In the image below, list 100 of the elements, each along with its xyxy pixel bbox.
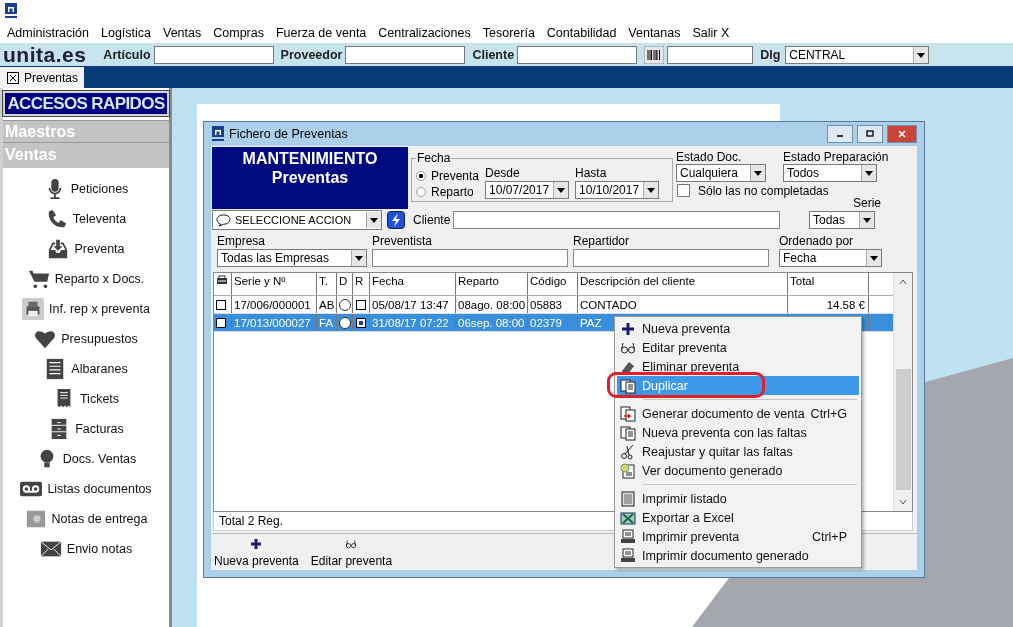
date-picker[interactable]: 10/10/2017	[575, 181, 660, 199]
radio-label: Preventa	[431, 168, 480, 183]
scroll-down-icon[interactable]	[898, 497, 908, 507]
menu-item[interactable]: Centralizaciones	[372, 25, 477, 40]
radio-option[interactable]: Preventa	[416, 168, 480, 183]
minimize-button[interactable]	[827, 125, 853, 143]
dropdown[interactable]: Todos	[783, 164, 877, 182]
scrollbar[interactable]	[893, 273, 912, 511]
field-label: Repartidor	[573, 234, 631, 248]
sidebar-item[interactable]: Peticiones	[3, 174, 169, 204]
action-dropdown[interactable]: SELECCIONE ACCION	[212, 210, 382, 230]
dropdown[interactable]: Todas	[809, 211, 875, 229]
menu-item[interactable]: Compras	[207, 25, 270, 40]
table-cell: 08ago. 08:00	[456, 296, 528, 313]
scroll-up-icon[interactable]	[898, 277, 908, 287]
radio-indicator[interactable]	[338, 298, 351, 311]
close-button[interactable]	[887, 125, 917, 143]
sidebar-item[interactable]: Preventa	[3, 234, 169, 264]
input-field[interactable]	[372, 249, 568, 267]
sidebar-item[interactable]: Presupuestos	[3, 324, 169, 354]
menu-item[interactable]: Imprimir preventa Ctrl+P	[617, 527, 859, 546]
maximize-button[interactable]	[857, 125, 883, 143]
new-button[interactable]: Nueva preventa	[212, 538, 301, 570]
dlg-dropdown[interactable]: CENTRAL	[785, 45, 930, 64]
table-cell: 17/013/000027	[232, 314, 317, 331]
sidebar-item[interactable]: Facturas	[3, 414, 169, 444]
caret-icon	[366, 212, 381, 228]
column-header[interactable]: Reparto	[456, 273, 528, 295]
field-label: Estado Preparación	[783, 150, 890, 164]
table-cell: 02379	[528, 314, 578, 331]
menu-item[interactable]: Contabilidad	[540, 25, 623, 40]
field-label: Cliente	[472, 47, 515, 62]
document-tab[interactable]: Preventas	[0, 67, 85, 88]
sidebar-item[interactable]: Docs. Ventas	[3, 444, 169, 474]
edit-button[interactable]: Editar preventa	[308, 538, 395, 570]
input-field[interactable]	[667, 45, 754, 64]
field-label: Artículo	[103, 47, 151, 62]
input-field[interactable]	[345, 45, 466, 64]
sidebar-item[interactable]: Notas de entrega	[3, 504, 169, 534]
column-header[interactable]: Serie y Nº	[232, 273, 317, 295]
close-icon[interactable]	[7, 71, 19, 84]
dropdown[interactable]: Fecha	[779, 249, 882, 267]
row-checkbox[interactable]	[216, 299, 226, 310]
barcode-icon[interactable]	[644, 45, 665, 64]
menu-item[interactable]: Fuerza de venta	[269, 25, 373, 40]
column-header[interactable]: R	[353, 273, 370, 295]
menu-item[interactable]: Tesorería	[476, 25, 541, 40]
menu-item[interactable]: Reajustar y quitar las faltas	[617, 442, 859, 461]
column-header[interactable]: Total	[788, 273, 869, 295]
radio-button[interactable]	[416, 170, 426, 181]
row-checkbox[interactable]	[356, 317, 366, 328]
column-header[interactable]: Código	[528, 273, 578, 295]
field-label: Estado Doc.	[676, 150, 743, 164]
input-field[interactable]	[517, 45, 638, 64]
input-field[interactable]	[153, 45, 274, 64]
date-picker[interactable]: 10/07/2017	[485, 181, 570, 199]
row-checkbox[interactable]	[356, 299, 366, 310]
sidebar-item[interactable]: Reparto x Docs.	[3, 264, 169, 294]
dropdown[interactable]: Cualquiera	[676, 164, 766, 182]
radio-indicator[interactable]	[338, 316, 351, 329]
caret-icon	[351, 250, 366, 266]
menu-item[interactable]: Editar preventa	[617, 338, 859, 357]
input-field[interactable]	[453, 211, 780, 229]
sidebar-item[interactable]: Inf. rep x preventa	[3, 294, 169, 324]
menu-item[interactable]: Ventas	[157, 25, 208, 40]
menu-item[interactable]: Logística	[95, 25, 157, 40]
field-label: Serie	[853, 197, 881, 209]
menu-item[interactable]: Administración	[1, 25, 95, 40]
sidebar-item[interactable]: Envio notas	[3, 534, 169, 564]
plus-icon	[250, 538, 263, 550]
menu-item[interactable]: Eliminar preventa	[617, 357, 859, 376]
menu-item[interactable]: Salir X	[686, 25, 736, 40]
sidebar-item[interactable]: Tickets	[3, 384, 169, 414]
radio-button[interactable]	[416, 186, 426, 197]
sidebar-item[interactable]: Televenta	[3, 204, 169, 234]
envelope-icon	[39, 538, 62, 560]
sidebar-item[interactable]: Albaranes	[3, 354, 169, 384]
sidebar-item[interactable]: Listas documentos	[3, 474, 169, 504]
field-label: Ordenado por	[779, 234, 855, 248]
glasses-icon	[345, 538, 358, 550]
column-header[interactable]: Descripción del cliente	[578, 273, 788, 295]
menu-item[interactable]: Imprimir listado	[617, 489, 859, 508]
radio-option[interactable]: Reparto	[416, 184, 480, 199]
printer-icon	[620, 547, 636, 564]
column-header[interactable]	[214, 273, 232, 295]
printer-icon	[22, 298, 45, 320]
menu-item[interactable]: Exportar a Excel	[617, 508, 859, 527]
column-header[interactable]: T.	[317, 273, 337, 295]
menu-item[interactable]: Nueva preventa con las faltas	[617, 423, 859, 442]
input-field[interactable]	[573, 249, 769, 267]
column-header[interactable]: Fecha	[370, 273, 456, 295]
checkbox[interactable]	[677, 184, 690, 197]
lightning-button-icon[interactable]	[387, 211, 405, 229]
row-checkbox[interactable]	[216, 317, 226, 328]
menu-item[interactable]: Ver documento generado	[617, 461, 859, 480]
menu-item[interactable]: Ventanas	[622, 25, 687, 40]
menu-item[interactable]: Imprimir documento generado	[617, 546, 859, 565]
menu-item[interactable]: Generar documento de venta Ctrl+G	[617, 404, 859, 423]
dropdown[interactable]: Todas las Empresas	[217, 249, 367, 267]
column-header[interactable]: D	[337, 273, 353, 295]
